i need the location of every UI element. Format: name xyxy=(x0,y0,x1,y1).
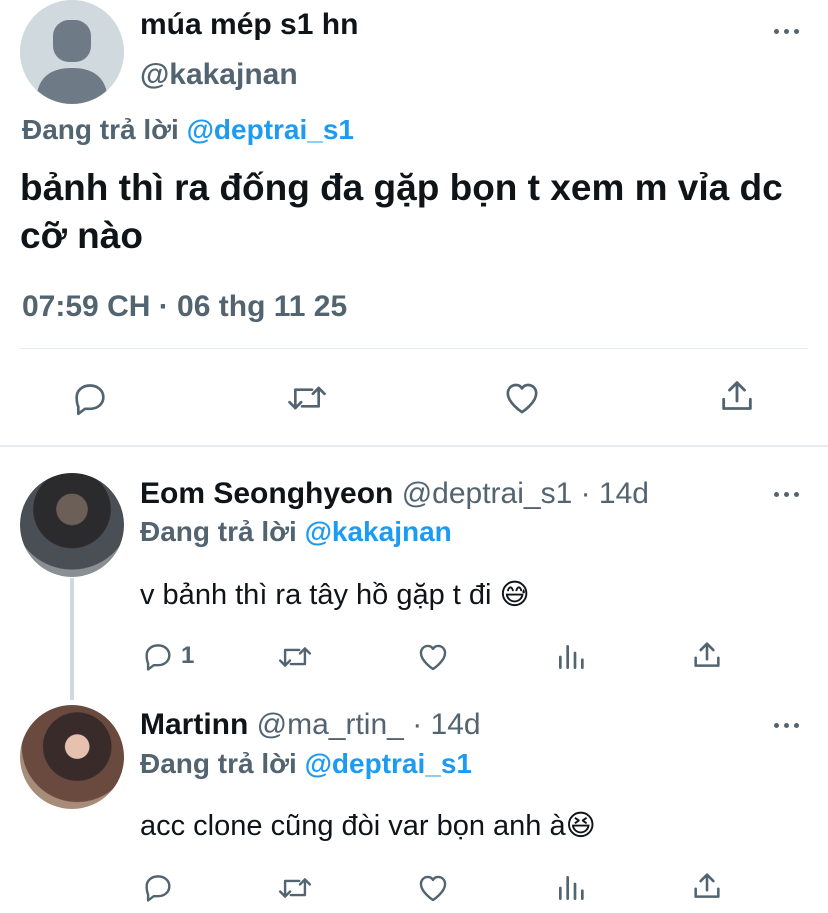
like-icon xyxy=(419,875,447,902)
more-options-icon[interactable] xyxy=(772,720,802,730)
reply-display-name[interactable]: Eom Seonghyeon xyxy=(140,477,393,510)
share-button[interactable] xyxy=(690,869,724,903)
replying-label: Đang trả lời xyxy=(22,114,179,145)
replying-label: Đang trả lời xyxy=(140,516,297,547)
divider xyxy=(20,348,808,349)
thread-connector xyxy=(70,578,74,700)
retweet-button[interactable] xyxy=(276,640,314,674)
share-icon xyxy=(694,642,720,667)
replying-label: Đang trả lời xyxy=(140,748,297,779)
analytics-icon xyxy=(559,645,584,669)
reply-avatar[interactable] xyxy=(20,705,124,809)
reply-time[interactable]: · 14d xyxy=(581,477,649,510)
like-button[interactable] xyxy=(415,640,451,674)
section-divider xyxy=(0,445,828,447)
reply-button[interactable] xyxy=(141,870,175,904)
emoji-sweat-smile-icon: 😅 xyxy=(499,579,530,611)
share-button[interactable] xyxy=(717,376,757,416)
like-icon xyxy=(419,644,447,671)
reply-time[interactable]: · 14d xyxy=(412,708,480,741)
analytics-button[interactable] xyxy=(555,640,587,674)
reply-icon xyxy=(145,644,171,671)
analytics-button[interactable] xyxy=(555,871,587,905)
retweet-button[interactable] xyxy=(285,378,329,418)
tweet-timestamp[interactable]: 07:59 CH · 06 thg 11 25 xyxy=(22,290,347,324)
retweet-icon xyxy=(288,386,326,410)
default-avatar-icon xyxy=(20,0,124,104)
reply-text: acc clone cũng đòi var bọn anh à😆 xyxy=(140,808,596,843)
share-icon xyxy=(694,873,720,898)
more-options-icon[interactable] xyxy=(772,26,802,36)
reply-icon xyxy=(75,384,105,416)
reply-icon xyxy=(145,875,171,902)
replying-to-link[interactable]: @deptrai_s1 xyxy=(305,748,472,779)
reply-handle[interactable]: @deptrai_s1 xyxy=(402,477,573,510)
reply-count: 1 xyxy=(181,642,195,669)
emoji-laughing-icon: 😆 xyxy=(565,810,596,842)
analytics-icon xyxy=(559,876,584,900)
share-icon xyxy=(722,381,752,410)
retweet-button[interactable] xyxy=(276,871,314,905)
display-name[interactable]: múa mép s1 hn xyxy=(140,8,358,42)
replying-to: Đang trả lời @kakajnan xyxy=(140,516,452,548)
replying-to: Đang trả lời @deptrai_s1 xyxy=(140,748,472,780)
like-button[interactable] xyxy=(415,871,451,905)
retweet-icon xyxy=(278,647,312,667)
like-button[interactable] xyxy=(501,378,543,418)
avatar[interactable] xyxy=(20,0,124,104)
reply-avatar[interactable] xyxy=(20,473,124,577)
tweet-text: bảnh thì ra đống đa gặp bọn t xem m vỉa … xyxy=(20,167,783,256)
reply-text: v bảnh thì ra tây hồ gặp t đi 😅 xyxy=(140,577,530,612)
share-button[interactable] xyxy=(690,638,724,672)
reply-button[interactable]: 1 xyxy=(141,639,194,673)
more-options-icon[interactable] xyxy=(772,489,802,499)
user-handle[interactable]: @kakajnan xyxy=(140,58,298,92)
retweet-icon xyxy=(278,878,312,898)
reply-text-content: acc clone cũng đòi var bọn anh à xyxy=(140,810,566,842)
reply-text-content: v bảnh thì ra tây hồ gặp t đi xyxy=(140,579,492,611)
replying-to: Đang trả lời @deptrai_s1 xyxy=(22,114,354,146)
reply-display-name[interactable]: Martinn xyxy=(140,708,248,741)
like-icon xyxy=(506,383,538,414)
reply-handle[interactable]: @ma_rtin_ xyxy=(257,708,404,741)
replying-to-link[interactable]: @kakajnan xyxy=(305,516,452,547)
reply-button[interactable] xyxy=(70,378,110,418)
reply-header: Eom Seonghyeon @deptrai_s1 · 14d xyxy=(140,477,649,511)
replying-to-link[interactable]: @deptrai_s1 xyxy=(187,114,354,145)
reply-header: Martinn @ma_rtin_ · 14d xyxy=(140,708,481,742)
